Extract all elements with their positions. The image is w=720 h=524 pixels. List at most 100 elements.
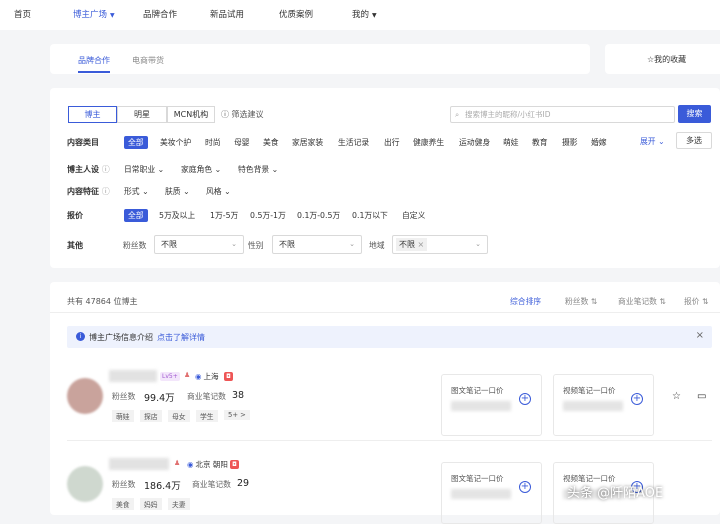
add-icon[interactable]: + bbox=[519, 393, 531, 405]
sort-fans-label: 粉丝数 bbox=[565, 297, 589, 306]
content-opt-all[interactable]: 全部 bbox=[124, 136, 148, 149]
nav-home[interactable]: 首页 bbox=[14, 8, 31, 20]
chevron-down-icon: ⌄ bbox=[475, 240, 481, 248]
filter-panel: 博主 明星 MCN机构 ⓘ 筛选建议 ⌕ 搜索博主的昵称/小红书ID 搜索 内容类… bbox=[50, 88, 720, 268]
location: ◉ 北京 朝阳 bbox=[187, 459, 228, 470]
role-tab-mcn[interactable]: MCN机构 bbox=[167, 106, 215, 123]
chevron-down-icon: ⌄ bbox=[183, 187, 190, 196]
multi-select-button[interactable]: 多选 bbox=[676, 132, 712, 149]
content-opt[interactable]: 摄影 bbox=[562, 137, 578, 148]
gender-label: 性别 bbox=[248, 241, 264, 250]
favorites-button[interactable]: ☆我的收藏 bbox=[605, 44, 720, 74]
add-icon[interactable]: + bbox=[631, 393, 643, 405]
content-opt[interactable]: 美食 bbox=[263, 137, 279, 148]
content-category-label: 内容类目 bbox=[67, 138, 99, 147]
region-chip[interactable]: 不限 × bbox=[396, 238, 428, 251]
persona-dropdown[interactable]: 特色背景 ⌄ bbox=[238, 164, 278, 175]
content-opt[interactable]: 时尚 bbox=[205, 137, 221, 148]
nav-blogger-plaza[interactable]: 博主广场 ▼ bbox=[73, 8, 115, 20]
price-value bbox=[451, 401, 511, 411]
location-pin-icon: ◉ bbox=[187, 460, 194, 469]
info-text: 博主广场信息介绍 bbox=[89, 333, 153, 342]
content-opt[interactable]: 运动健身 bbox=[459, 137, 490, 148]
tab-ecommerce[interactable]: 电商带货 bbox=[132, 55, 164, 66]
content-opt[interactable]: 美妆个护 bbox=[160, 137, 191, 148]
price-opt[interactable]: 0.1万-0.5万 bbox=[297, 210, 340, 221]
price-opt-all[interactable]: 全部 bbox=[124, 209, 148, 222]
content-opt[interactable]: 萌娃 bbox=[503, 137, 519, 148]
location-text: 上海 bbox=[203, 372, 219, 381]
sort-icon: ⇅ bbox=[702, 297, 709, 306]
close-icon[interactable]: × bbox=[418, 240, 425, 249]
more-tags[interactable]: 5+ > bbox=[224, 410, 250, 420]
image-note-price: 图文笔记一口价 + bbox=[441, 374, 542, 436]
content-opt[interactable]: 出行 bbox=[384, 137, 400, 148]
search-placeholder: 搜索博主的昵称/小红书ID bbox=[465, 110, 551, 119]
search-input[interactable]: ⌕ 搜索博主的昵称/小红书ID bbox=[450, 106, 675, 123]
blogger-list: 共有 47864 位博主 综合排序 粉丝数 ⇅ 商业笔记数 ⇅ 报价 ⇅ i 博… bbox=[50, 282, 720, 524]
feature-label-text: 内容特征 bbox=[67, 187, 99, 196]
tab-brand-cooperation[interactable]: 品牌合作 bbox=[78, 55, 110, 66]
notes-stat-label: 商业笔记数 bbox=[187, 392, 226, 401]
content-opt[interactable]: 生活记录 bbox=[338, 137, 369, 148]
nav-mine[interactable]: 我的 ▼ bbox=[352, 8, 377, 20]
content-opt[interactable]: 家居家装 bbox=[292, 137, 323, 148]
content-opt[interactable]: 婚嫁 bbox=[591, 137, 607, 148]
mode-tabs: 品牌合作 电商带货 bbox=[50, 44, 590, 74]
content-tag: 妈妈 bbox=[140, 498, 162, 510]
fans-stat-value: 186.4万 bbox=[144, 481, 181, 492]
info-link[interactable]: 点击了解详情 bbox=[157, 333, 205, 342]
price-opt[interactable]: 0.5万-1万 bbox=[250, 210, 286, 221]
filter-suggestion-label: 筛选建议 bbox=[231, 110, 264, 119]
price-opt[interactable]: 0.1万以下 bbox=[352, 210, 388, 221]
notes-stat-value: 29 bbox=[237, 478, 250, 489]
expand-label: 展开 bbox=[640, 137, 656, 146]
expand-button[interactable]: 展开 ⌄ bbox=[640, 136, 665, 147]
content-tag: 萌娃 bbox=[112, 410, 134, 422]
price-value bbox=[563, 401, 623, 411]
persona-opt-label: 家庭角色 bbox=[181, 165, 213, 174]
content-opt[interactable]: 母婴 bbox=[234, 137, 250, 148]
avatar[interactable] bbox=[67, 466, 103, 502]
fans-select[interactable]: 不限 ⌄ bbox=[154, 235, 244, 254]
price-opt[interactable]: 自定义 bbox=[402, 210, 425, 221]
sort-default[interactable]: 综合排序 bbox=[510, 296, 541, 307]
content-opt[interactable]: 教育 bbox=[532, 137, 548, 148]
sort-notes[interactable]: 商业笔记数 ⇅ bbox=[618, 296, 666, 307]
video-note-price: 视频笔记一口价 + bbox=[553, 374, 654, 436]
feature-dropdown[interactable]: 形式 ⌄ bbox=[124, 186, 149, 197]
sort-price[interactable]: 报价 ⇅ bbox=[684, 296, 709, 307]
role-tab-blogger[interactable]: 博主 bbox=[68, 106, 117, 123]
price-opt[interactable]: 1万-5万 bbox=[210, 210, 238, 221]
blogger-name[interactable] bbox=[109, 370, 157, 382]
nav-new-trial[interactable]: 新品试用 bbox=[210, 8, 244, 20]
persona-dropdown[interactable]: 家庭角色 ⌄ bbox=[181, 164, 221, 175]
price-title: 视频笔记一口价 bbox=[563, 386, 616, 395]
content-opt[interactable]: 健康养生 bbox=[413, 137, 444, 148]
price-opt[interactable]: 5万及以上 bbox=[159, 210, 195, 221]
star-icon[interactable]: ☆ bbox=[672, 391, 681, 402]
search-button[interactable]: 搜索 bbox=[678, 105, 711, 123]
feature-dropdown[interactable]: 风格 ⌄ bbox=[206, 186, 231, 197]
top-nav: 首页 博主广场 ▼ 品牌合作 新品试用 优质案例 我的 ▼ bbox=[0, 0, 720, 30]
avatar[interactable] bbox=[67, 378, 103, 414]
gender-select[interactable]: 不限 ⌄ bbox=[272, 235, 362, 254]
filter-suggestion[interactable]: ⓘ 筛选建议 bbox=[221, 109, 264, 120]
sort-fans[interactable]: 粉丝数 ⇅ bbox=[565, 296, 597, 307]
price-title: 图文笔记一口价 bbox=[451, 474, 504, 483]
price-value bbox=[451, 489, 511, 499]
role-tab-star[interactable]: 明星 bbox=[117, 106, 167, 123]
persona-dropdown[interactable]: 日常职业 ⌄ bbox=[124, 164, 164, 175]
watermark: 头条 @阡陌AOE bbox=[567, 486, 664, 501]
favorites-text: 我的收藏 bbox=[654, 55, 687, 64]
region-select[interactable]: 不限 × ⌄ bbox=[392, 235, 488, 254]
feature-dropdown[interactable]: 肤质 ⌄ bbox=[165, 186, 190, 197]
nav-cases[interactable]: 优质案例 bbox=[279, 8, 313, 20]
add-icon[interactable]: + bbox=[519, 481, 531, 493]
persona-label-text: 博主人设 bbox=[67, 165, 99, 174]
feature-label: 内容特征 ⓘ bbox=[67, 186, 110, 197]
nav-brand-cooperation[interactable]: 品牌合作 bbox=[143, 8, 177, 20]
close-icon[interactable]: × bbox=[696, 330, 704, 341]
message-icon[interactable]: ▭ bbox=[697, 391, 706, 402]
blogger-name[interactable] bbox=[109, 458, 169, 470]
